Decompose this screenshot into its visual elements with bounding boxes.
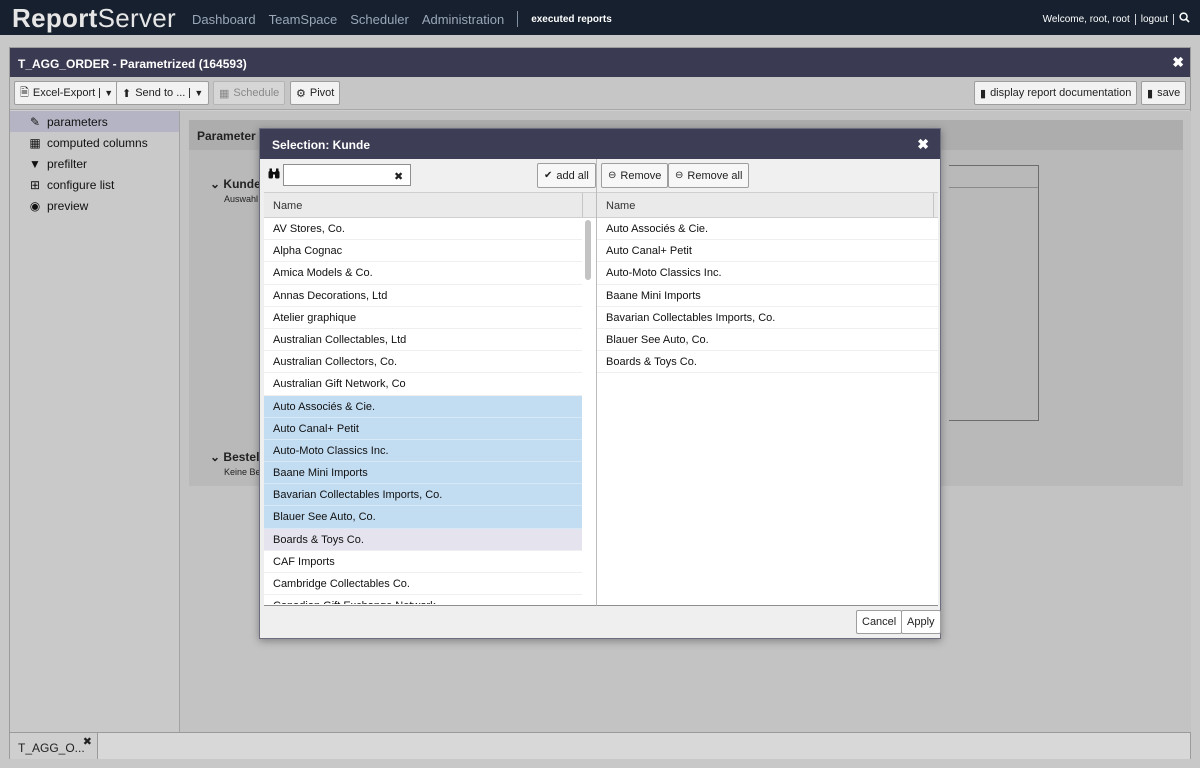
- schedule-button[interactable]: ▦ Schedule: [213, 81, 286, 105]
- list-item[interactable]: Blauer See Auto, Co.: [597, 329, 938, 352]
- list-scrollbar[interactable]: [585, 220, 591, 280]
- selected-toolbar: ⊖ Remove ⊖ Remove all: [597, 159, 938, 193]
- list-item[interactable]: Amica Models & Co.: [264, 262, 582, 285]
- report-toolbar: 🗎 Excel-Export ▼ ⬆ Send to ... ▼ ▦ Sched…: [10, 77, 1190, 110]
- save-button[interactable]: ▮ save: [1141, 81, 1187, 105]
- chevron-down-icon[interactable]: ▼: [189, 88, 203, 98]
- file-excel-icon: 🗎: [20, 86, 29, 99]
- sidebar-item-prefilter[interactable]: ▼ prefilter: [10, 153, 179, 174]
- list-item[interactable]: Bavarian Collectables Imports, Co.: [597, 307, 938, 329]
- display-documentation-button[interactable]: ▮ display report documentation: [974, 81, 1138, 105]
- cubes-icon: ⚙: [296, 87, 306, 100]
- list-item[interactable]: Australian Collectables, Ltd: [264, 329, 582, 352]
- add-all-button[interactable]: ✔ add all: [537, 163, 596, 188]
- cancel-button[interactable]: Cancel: [856, 610, 903, 634]
- top-nav-bar: ReportServer Dashboard TeamSpace Schedul…: [0, 0, 1200, 35]
- list-item[interactable]: AV Stores, Co.: [264, 218, 582, 241]
- remove-button[interactable]: ⊖ Remove: [601, 163, 669, 188]
- nav-executed-reports[interactable]: executed reports: [531, 14, 612, 25]
- dialog-title: Selection: Kunde ✖: [260, 129, 940, 159]
- user-area: Welcome, root, root logout: [1043, 12, 1190, 26]
- param-group-bestell[interactable]: ⌄ Bestell: [210, 450, 263, 464]
- nav-scheduler[interactable]: Scheduler: [350, 12, 409, 27]
- chevron-down-icon[interactable]: ⌄: [210, 177, 220, 191]
- tab-t-agg-order[interactable]: T_AGG_O... ✖: [10, 733, 98, 759]
- list-item[interactable]: Australian Collectors, Co.: [264, 351, 582, 374]
- report-tabs: T_AGG_O... ✖: [10, 732, 1190, 759]
- welcome-text: Welcome, root, root: [1042, 13, 1130, 25]
- sidebar-item-computed-columns[interactable]: ▦ computed columns: [10, 132, 179, 153]
- selected-list: Auto Associés & Cie. Auto Canal+ Petit Aut…: [597, 218, 938, 604]
- list-item[interactable]: Atelier graphique: [264, 307, 582, 329]
- list-item[interactable]: Boards & Toys Co.: [264, 528, 582, 551]
- pivot-button[interactable]: ⚙ Pivot: [290, 81, 341, 105]
- sidebar-item-preview[interactable]: ◉ preview: [10, 195, 179, 216]
- list-item[interactable]: Canadian Gift Exchange Network: [264, 595, 582, 604]
- send-to-button[interactable]: ⬆ Send to ... ▼: [116, 81, 210, 105]
- selected-column-header[interactable]: Name: [597, 193, 938, 218]
- nav-teamspace[interactable]: TeamSpace: [269, 12, 338, 27]
- list-item[interactable]: CAF Imports: [264, 551, 582, 573]
- binoculars-icon: [268, 168, 280, 182]
- chevron-down-icon[interactable]: ⌄: [210, 450, 220, 464]
- list-item[interactable]: Alpha Cognac: [264, 240, 582, 263]
- list-item[interactable]: Auto-Moto Classics Inc.: [264, 439, 582, 463]
- list-item[interactable]: Annas Decorations, Ltd: [264, 285, 582, 307]
- check-icon: ✔: [544, 170, 553, 181]
- excel-export-button[interactable]: 🗎 Excel-Export ▼: [14, 81, 120, 105]
- available-toolbar: ✖ ✔ add all: [264, 159, 596, 193]
- minus-circle-icon: ⊖: [608, 170, 617, 181]
- search-input[interactable]: [283, 164, 411, 186]
- filter-icon: ▼: [29, 156, 41, 171]
- eye-icon: ◉: [29, 198, 41, 213]
- list-item[interactable]: Baane Mini Imports: [597, 285, 938, 307]
- minus-circle-icon: ⊖: [675, 170, 684, 181]
- selected-values-pane: ⊖ Remove ⊖ Remove all Name Auto Associés…: [597, 159, 938, 606]
- list-item[interactable]: Auto Associés & Cie.: [264, 395, 582, 418]
- chevron-down-icon[interactable]: ▼: [99, 88, 113, 98]
- selection-dialog: Selection: Kunde ✖ ✖ ✔ add all Name AV S…: [259, 128, 941, 639]
- list-item[interactable]: Boards & Toys Co.: [597, 351, 938, 374]
- list-item[interactable]: Cambridge Collectables Co.: [264, 573, 582, 596]
- calculator-icon: ▦: [29, 135, 41, 150]
- report-sidebar: ✎ parameters ▦ computed columns ▼ prefil…: [10, 111, 180, 732]
- close-icon[interactable]: ✖: [83, 735, 92, 748]
- report-window-title: T_AGG_ORDER - Parametrized (164593) ✖: [10, 48, 1190, 77]
- main-nav: Dashboard TeamSpace Scheduler Administra…: [192, 11, 625, 27]
- list-item[interactable]: Blauer See Auto, Co.: [264, 506, 582, 529]
- list-item[interactable]: Australian Gift Network, Co: [264, 373, 582, 396]
- document-icon: ▮: [980, 87, 987, 100]
- nav-dashboard[interactable]: Dashboard: [192, 12, 256, 27]
- nav-administration[interactable]: Administration: [422, 12, 504, 27]
- list-item[interactable]: Baane Mini Imports: [264, 462, 582, 485]
- list-item[interactable]: Auto Canal+ Petit: [597, 240, 938, 263]
- upload-icon: ⬆: [122, 87, 132, 100]
- calendar-icon: ▦: [219, 87, 230, 100]
- param-bestell-description: Keine Be: [224, 467, 261, 477]
- edit-icon: ✎: [29, 114, 41, 129]
- sidebar-item-configure-list[interactable]: ⊞ configure list: [10, 174, 179, 195]
- document-icon: ▮: [1147, 87, 1154, 100]
- table-icon: ⊞: [29, 177, 41, 192]
- close-icon[interactable]: ✖: [917, 136, 929, 153]
- available-values-pane: ✖ ✔ add all Name AV Stores, Co. Alpha Cog…: [264, 159, 597, 606]
- dialog-footer: Cancel Apply: [260, 606, 941, 638]
- available-list: AV Stores, Co. Alpha Cognac Amica Models &…: [264, 218, 596, 604]
- sidebar-item-parameters[interactable]: ✎ parameters: [10, 111, 179, 132]
- list-item[interactable]: Auto Canal+ Petit: [264, 417, 582, 440]
- apply-button[interactable]: Apply: [901, 610, 941, 634]
- close-icon[interactable]: ✖: [1172, 54, 1184, 71]
- param-group-kunde[interactable]: ⌄ Kunde: [210, 177, 261, 191]
- list-item[interactable]: Auto-Moto Classics Inc.: [597, 262, 938, 285]
- list-item[interactable]: Bavarian Collectables Imports, Co.: [264, 484, 582, 507]
- list-item[interactable]: Auto Associés & Cie.: [597, 218, 938, 241]
- nav-divider: [517, 11, 519, 27]
- app-logo[interactable]: ReportServer: [12, 3, 176, 34]
- remove-all-button[interactable]: ⊖ Remove all: [668, 163, 750, 188]
- logout-link[interactable]: logout: [1141, 14, 1168, 25]
- param-kunde-description: Auswahl: [224, 194, 259, 204]
- param-list-frame: [949, 165, 1039, 421]
- available-column-header[interactable]: Name: [264, 193, 596, 218]
- search-icon[interactable]: [1179, 12, 1190, 26]
